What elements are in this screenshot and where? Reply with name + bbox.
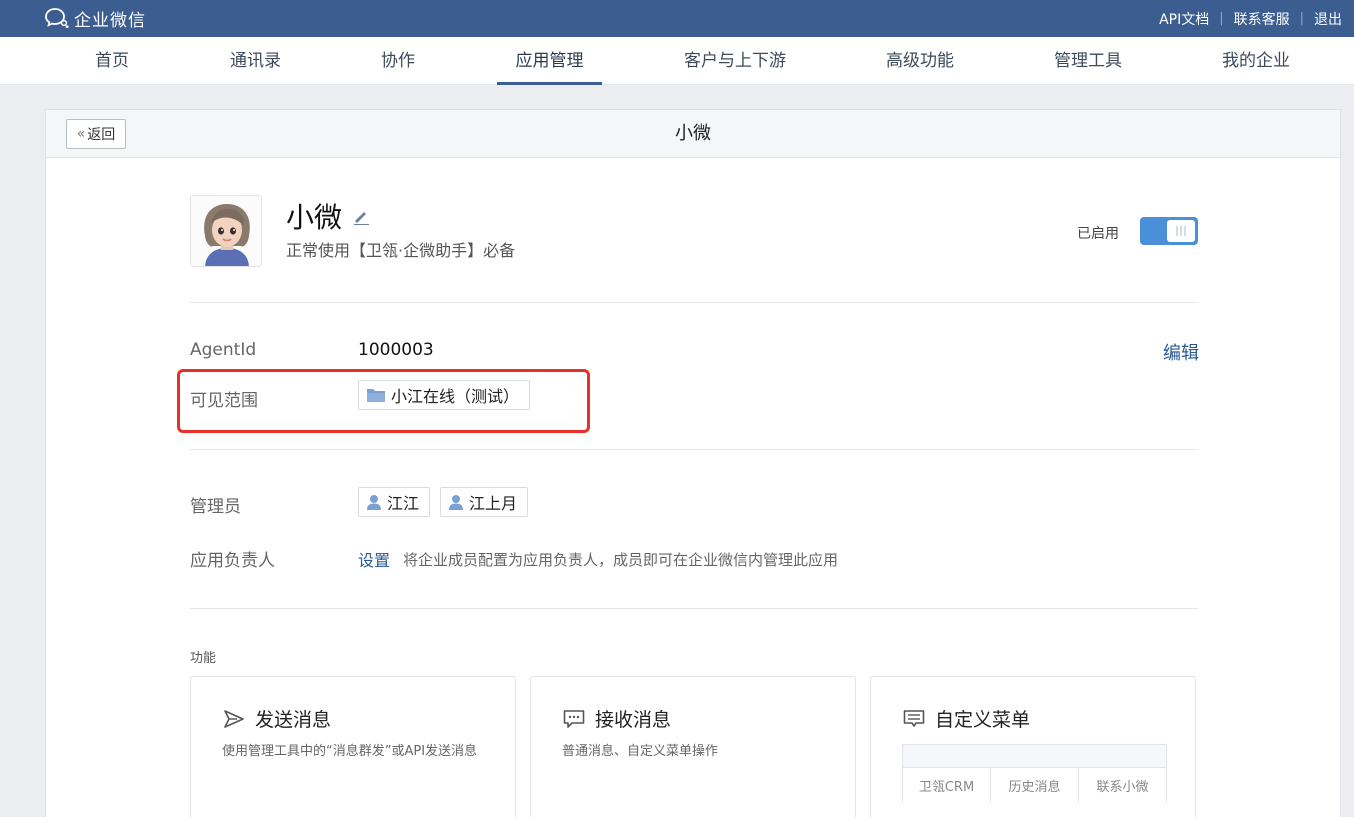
- menu-bar: 卫瓴CRM 历史消息 联系小微: [903, 767, 1166, 802]
- nav-customers[interactable]: 客户与上下游: [684, 37, 786, 85]
- divider: [190, 608, 1198, 609]
- menu-preview-item: 联系小微: [1096, 779, 1149, 795]
- panel-header: « 返回 小微: [46, 110, 1340, 158]
- status-label: 已启用: [1077, 226, 1119, 242]
- admin-name: 江上月: [469, 494, 518, 513]
- agentid-value: 1000003: [358, 340, 434, 360]
- nav-home[interactable]: 首页: [95, 37, 129, 85]
- menu-icon: [903, 710, 925, 727]
- divider: [190, 302, 1198, 303]
- app-name-row: 小微: [286, 196, 370, 236]
- logo[interactable]: 企业微信: [44, 6, 146, 31]
- edit-link[interactable]: 编辑: [1163, 339, 1199, 365]
- app-detail-panel: « 返回 小微 小微 正常使用【卫瓴·企微助手】必备 已启用 AgentId 1…: [45, 109, 1341, 817]
- divider: [190, 449, 1198, 450]
- user-icon: [367, 495, 381, 510]
- page-title: 小微: [675, 123, 711, 144]
- nav-app-management[interactable]: 应用管理: [497, 37, 602, 85]
- card-description: 普通消息、自定义菜单操作: [562, 744, 719, 759]
- edit-pencil-icon[interactable]: [352, 207, 370, 225]
- set-owner-link[interactable]: 设置: [358, 547, 390, 571]
- enable-toggle[interactable]: [1140, 217, 1198, 245]
- logout-link[interactable]: 退出: [1314, 9, 1342, 29]
- chat-icon: [563, 710, 585, 728]
- owner-label: 应用负责人: [190, 551, 275, 571]
- api-docs-link[interactable]: API文档: [1159, 9, 1209, 29]
- app-avatar[interactable]: [190, 195, 262, 267]
- nav-collaboration[interactable]: 协作: [381, 37, 415, 85]
- receive-message-card[interactable]: 接收消息 普通消息、自定义菜单操作: [530, 676, 856, 817]
- nav-my-company[interactable]: 我的企业: [1222, 37, 1290, 85]
- custom-menu-card[interactable]: 自定义菜单 卫瓴CRM 历史消息 联系小微: [870, 676, 1196, 817]
- toggle-knob: [1167, 220, 1195, 242]
- admin-name: 江江: [387, 494, 420, 513]
- card-title: 接收消息: [595, 709, 672, 731]
- nav-contacts[interactable]: 通讯录: [230, 37, 281, 85]
- admin-tag[interactable]: 江上月: [440, 487, 529, 517]
- divider: |: [1219, 11, 1224, 26]
- card-description: 使用管理工具中的“消息群发”或API发送消息: [222, 744, 478, 759]
- wecom-logo-icon: [45, 8, 69, 28]
- admin-label: 管理员: [190, 497, 241, 517]
- contact-support-link[interactable]: 联系客服: [1234, 9, 1290, 29]
- logo-text: 企业微信: [74, 10, 146, 31]
- send-message-card[interactable]: 发送消息 使用管理工具中的“消息群发”或API发送消息: [190, 676, 516, 817]
- send-icon: [224, 710, 244, 728]
- divider: |: [1299, 11, 1304, 26]
- avatar-image: [191, 196, 261, 266]
- features-section-label: 功能: [190, 651, 217, 666]
- agentid-label: AgentId: [190, 340, 257, 360]
- red-highlight-annotation: [177, 369, 590, 433]
- main-nav: 首页 通讯录 协作 应用管理 客户与上下游 高级功能 管理工具 我的企业: [0, 37, 1354, 85]
- menu-preview-item: 历史消息: [991, 768, 1079, 802]
- card-title: 自定义菜单: [935, 709, 1031, 731]
- card-title: 发送消息: [255, 709, 332, 731]
- app-description: 正常使用【卫瓴·企微助手】必备: [286, 241, 516, 260]
- menu-preview-item: 卫瓴CRM: [903, 768, 991, 802]
- owner-hint: 将企业成员配置为应用负责人，成员即可在企业微信内管理此应用: [403, 551, 839, 569]
- nav-advanced[interactable]: 高级功能: [886, 37, 954, 85]
- app-name: 小微: [286, 201, 343, 234]
- menu-preview: 卫瓴CRM 历史消息 联系小微: [902, 744, 1167, 802]
- admin-tag[interactable]: 江江: [358, 487, 431, 517]
- top-bar: 企业微信 API文档 | 联系客服 | 退出: [0, 0, 1354, 37]
- top-links: API文档 | 联系客服 | 退出: [1159, 0, 1342, 37]
- nav-management-tools[interactable]: 管理工具: [1054, 37, 1122, 85]
- user-icon: [449, 495, 463, 510]
